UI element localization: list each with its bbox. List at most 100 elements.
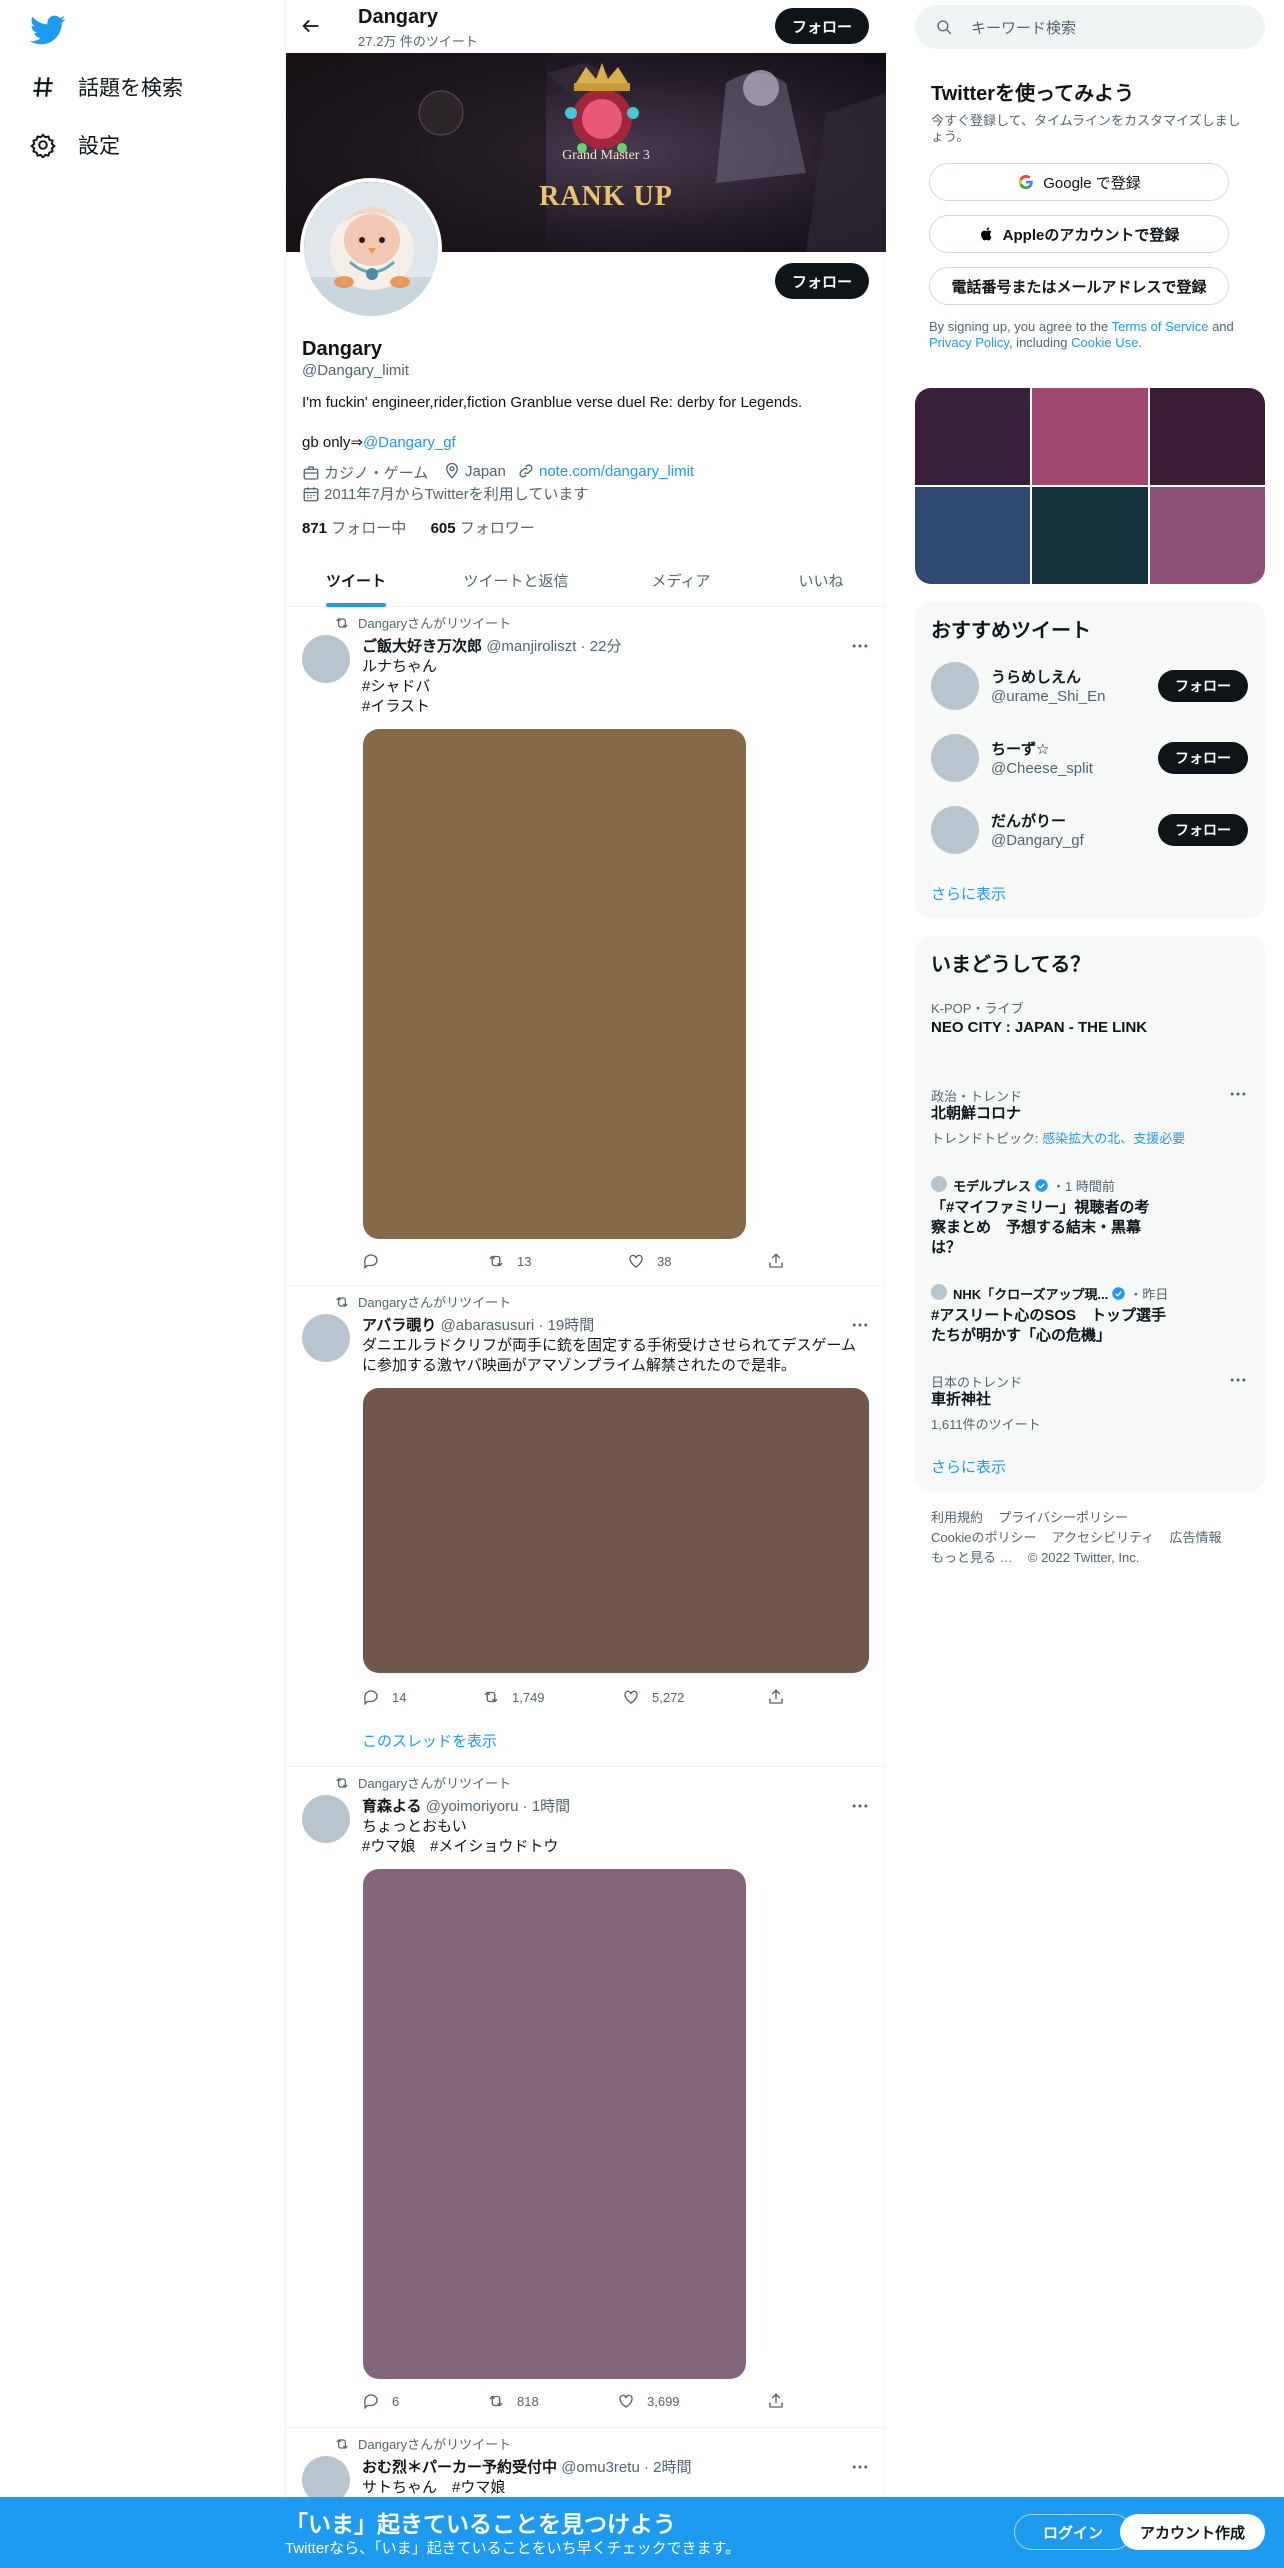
- hashtag-link[interactable]: #ウマ娘: [362, 1837, 415, 1857]
- recommended-user-name[interactable]: うらめしえん: [991, 666, 1081, 687]
- tweet[interactable]: Dangaryさんがリツイート 育森よる @yoimoriyoru · 1時間 …: [286, 1767, 886, 2427]
- tweet-author-handle[interactable]: @manjiroliszt: [486, 638, 576, 655]
- tweet-author-name[interactable]: アバラ覗り: [362, 1317, 436, 1334]
- hashtag-link[interactable]: #ウマ娘: [452, 2478, 505, 2498]
- trend-item[interactable]: K-POP・ライブ NEO CITY : JAPAN - THE LINK: [915, 990, 1265, 1068]
- profile-website-link[interactable]: note.com/dangary_limit: [539, 463, 694, 480]
- mosaic-image[interactable]: [1150, 487, 1265, 584]
- trend-topic-link[interactable]: 感染拡大の北、支援必要: [1042, 1131, 1185, 1146]
- tweet-author-name[interactable]: おむ烈＊パーカー予約受付中: [362, 2459, 557, 2476]
- tweet-author-handle[interactable]: @yoimoriyoru: [426, 1798, 519, 1815]
- tab-likes[interactable]: いいね: [756, 553, 886, 607]
- tab-tweets[interactable]: ツイート: [286, 553, 426, 607]
- retweet-button[interactable]: 818: [487, 2392, 539, 2410]
- privacy-policy-link[interactable]: Privacy Policy: [929, 335, 1009, 350]
- tweet[interactable]: Dangaryさんがリツイート ご飯大好き万次郎 @manjiroliszt ·…: [286, 607, 886, 1285]
- tweet-media[interactable]: [363, 729, 746, 1239]
- tweet-media[interactable]: [363, 1388, 869, 1673]
- tweet-author-name[interactable]: ご飯大好き万次郎: [362, 638, 482, 655]
- tweet-author-handle[interactable]: @abarasusuri: [441, 1317, 535, 1334]
- tweet-time[interactable]: 22分: [590, 638, 622, 655]
- recommended-user-handle[interactable]: @Cheese_split: [991, 760, 1093, 777]
- create-account-button[interactable]: アカウント作成: [1120, 2514, 1265, 2550]
- avatar[interactable]: [302, 635, 350, 683]
- mosaic-image[interactable]: [915, 487, 1030, 584]
- terms-of-service-link[interactable]: Terms of Service: [1112, 319, 1209, 334]
- more-options-icon[interactable]: [850, 2457, 870, 2477]
- trends-show-more-link[interactable]: さらに表示: [931, 1456, 1006, 1477]
- more-options-icon[interactable]: [1228, 1370, 1248, 1390]
- footer-accessibility-link[interactable]: アクセシビリティ: [1052, 1530, 1155, 1545]
- more-options-icon[interactable]: [850, 1315, 870, 1335]
- reply-button[interactable]: 14: [362, 1688, 406, 1706]
- nav-explore[interactable]: 話題を検索: [30, 67, 183, 107]
- tweet-author-name[interactable]: 育森よる: [362, 1798, 422, 1815]
- tweet-media[interactable]: [363, 1869, 746, 2379]
- trend-item[interactable]: 日本のトレンド 車折神社 1,611件のツイート: [915, 1364, 1265, 1440]
- followers-link[interactable]: 605 フォロワー: [431, 520, 535, 537]
- profile-avatar[interactable]: [300, 178, 442, 320]
- avatar[interactable]: [931, 734, 979, 782]
- google-signup-button[interactable]: Google で登録: [929, 163, 1229, 201]
- show-thread-link[interactable]: このスレッドを表示: [362, 1730, 497, 1751]
- follow-button[interactable]: フォロー: [1158, 670, 1248, 702]
- follow-button[interactable]: フォロー: [1158, 742, 1248, 774]
- tweet-author-handle[interactable]: @omu3retu: [561, 2459, 640, 2476]
- news-item[interactable]: モデルプレス ・1 時間前 「#マイファミリー」視聴者の考察まとめ 予想する結末…: [915, 1168, 1265, 1268]
- bio-mention-link[interactable]: @Dangary_gf: [363, 434, 456, 451]
- more-options-icon[interactable]: [850, 636, 870, 656]
- more-options-icon[interactable]: [850, 1796, 870, 1816]
- footer-more-link[interactable]: もっと見る …: [931, 1550, 1013, 1565]
- mosaic-image[interactable]: [1032, 388, 1148, 485]
- hashtag-link[interactable]: #イラスト: [362, 697, 430, 717]
- mosaic-image[interactable]: [1032, 487, 1148, 584]
- apple-signup-button[interactable]: Appleのアカウントで登録: [929, 215, 1229, 253]
- recommended-user-name[interactable]: ちーず☆: [991, 738, 1049, 759]
- avatar[interactable]: [302, 1314, 350, 1362]
- recommended-user-handle[interactable]: @urame_Shi_En: [991, 688, 1105, 705]
- reply-button[interactable]: [362, 1252, 392, 1270]
- avatar[interactable]: [931, 806, 979, 854]
- cookie-use-link[interactable]: Cookie Use: [1071, 335, 1138, 350]
- trend-item[interactable]: 政治・トレンド 北朝鮮コロナ トレンドトピック: 感染拡大の北、支援必要: [915, 1078, 1265, 1158]
- login-button[interactable]: ログイン: [1014, 2514, 1132, 2550]
- tweet[interactable]: Dangaryさんがリツイート アバラ覗り @abarasusuri · 19時…: [286, 1286, 886, 1766]
- avatar[interactable]: [931, 662, 979, 710]
- footer-ads-link[interactable]: 広告情報: [1170, 1530, 1222, 1545]
- profile-website[interactable]: note.com/dangary_limit: [517, 462, 694, 480]
- phone-email-signup-button[interactable]: 電話番号またはメールアドレスで登録: [929, 267, 1229, 305]
- recommended-show-more-link[interactable]: さらに表示: [931, 883, 1006, 904]
- follow-button[interactable]: フォロー: [1158, 814, 1248, 846]
- recommended-user-handle[interactable]: @Dangary_gf: [991, 832, 1084, 849]
- search-bar[interactable]: キーワード検索: [915, 5, 1265, 49]
- profile-follow-button[interactable]: フォロー: [775, 263, 869, 299]
- mosaic-image[interactable]: [1150, 388, 1265, 485]
- tweet-time[interactable]: 1時間: [532, 1798, 570, 1815]
- tweet-time[interactable]: 2時間: [653, 2459, 691, 2476]
- more-options-icon[interactable]: [1228, 1084, 1248, 1104]
- avatar[interactable]: [302, 1795, 350, 1843]
- retweet-button[interactable]: 13: [487, 1252, 531, 1270]
- tab-media[interactable]: メディア: [606, 553, 756, 607]
- like-button[interactable]: 3,699: [617, 2392, 680, 2410]
- share-button[interactable]: [767, 1688, 785, 1706]
- nav-settings[interactable]: 設定: [30, 125, 120, 165]
- hashtag-link[interactable]: #シャドバ: [362, 677, 430, 697]
- tab-tweets-and-replies[interactable]: ツイートと返信: [426, 553, 606, 607]
- mosaic-image[interactable]: [915, 388, 1030, 485]
- footer-cookie-link[interactable]: Cookieのポリシー: [931, 1530, 1036, 1545]
- share-button[interactable]: [767, 2392, 785, 2410]
- recommended-user-name[interactable]: だんがりー: [991, 810, 1066, 831]
- reply-button[interactable]: 6: [362, 2392, 399, 2410]
- news-item[interactable]: NHK「クローズアップ現... ・昨日 #アスリート心のSOS トップ選手たちが…: [915, 1276, 1265, 1356]
- header-follow-button[interactable]: フォロー: [775, 8, 869, 44]
- share-button[interactable]: [767, 1252, 785, 1270]
- like-button[interactable]: 5,272: [622, 1688, 685, 1706]
- tweet-time[interactable]: 19時間: [548, 1317, 595, 1334]
- twitter-logo-icon[interactable]: [30, 12, 66, 48]
- footer-privacy-link[interactable]: プライバシーポリシー: [998, 1510, 1128, 1525]
- retweet-button[interactable]: 1,749: [482, 1688, 545, 1706]
- following-link[interactable]: 871 フォロー中: [302, 520, 406, 537]
- hashtag-link[interactable]: #メイショウドトウ: [430, 1837, 558, 1857]
- footer-terms-link[interactable]: 利用規約: [931, 1510, 983, 1525]
